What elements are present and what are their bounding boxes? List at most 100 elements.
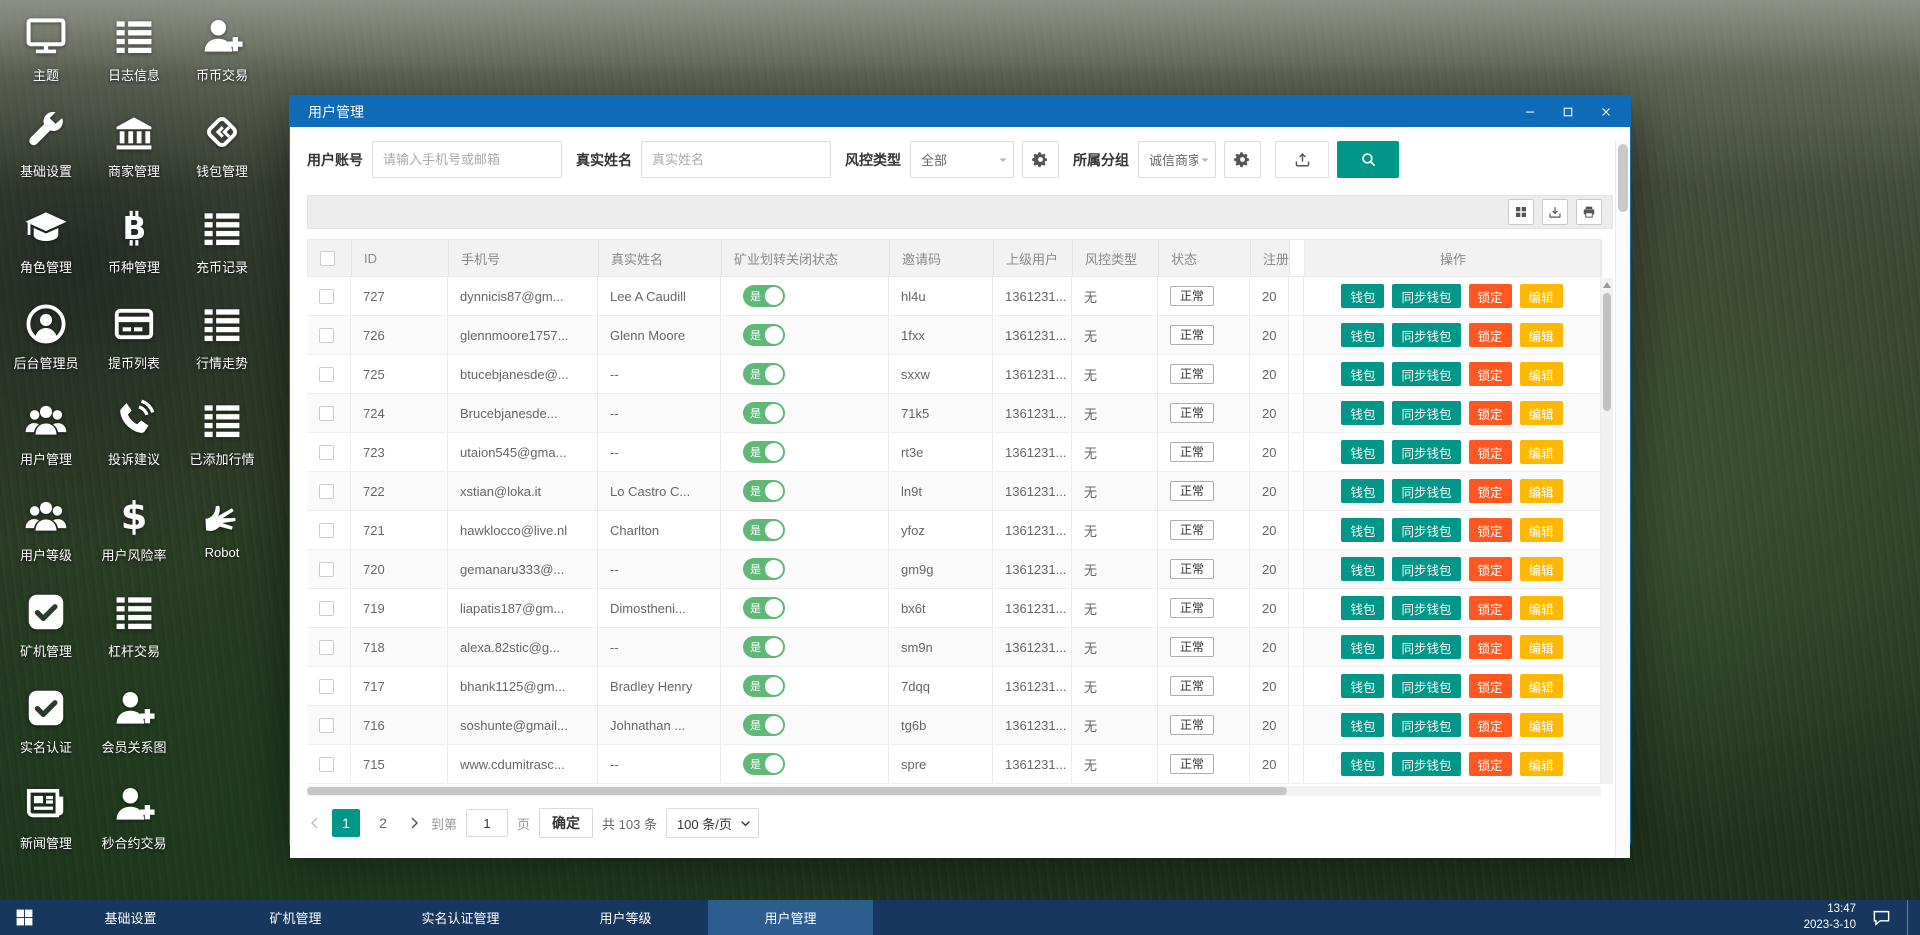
sync-wallet-button[interactable]: 同步钱包 (1392, 479, 1460, 503)
lock-button[interactable]: 锁定 (1469, 674, 1512, 698)
print-button[interactable] (1576, 199, 1602, 225)
group-settings-button[interactable] (1224, 141, 1261, 178)
lock-button[interactable]: 锁定 (1469, 557, 1512, 581)
taskbar-item-基础设置[interactable]: 基础设置 (48, 900, 213, 935)
desktop-icon-list[interactable]: 行情走势 (178, 294, 266, 390)
chat-bubble-icon[interactable] (1872, 908, 1891, 927)
sync-wallet-button[interactable]: 同步钱包 (1392, 557, 1460, 581)
wallet-button[interactable]: 钱包 (1341, 362, 1384, 386)
realname-input[interactable] (641, 141, 831, 178)
edit-button[interactable]: 编辑 (1520, 674, 1563, 698)
confirm-button[interactable]: 确定 (539, 808, 593, 838)
lock-button[interactable]: 锁定 (1469, 752, 1512, 776)
export-button[interactable] (1542, 199, 1568, 225)
horizontal-scrollbar[interactable] (307, 786, 1601, 796)
desktop-icon-newspaper[interactable]: 新闻管理 (2, 774, 90, 870)
lock-button[interactable]: 锁定 (1469, 635, 1512, 659)
wallet-button[interactable]: 钱包 (1341, 518, 1384, 542)
row-checkbox[interactable] (319, 523, 334, 538)
row-checkbox[interactable] (319, 367, 334, 382)
desktop-icon-list[interactable]: 日志信息 (90, 6, 178, 102)
import-button[interactable] (1275, 141, 1329, 178)
mining-transfer-toggle[interactable]: 是 (743, 363, 785, 385)
edit-button[interactable]: 编辑 (1520, 557, 1563, 581)
sync-wallet-button[interactable]: 同步钱包 (1392, 674, 1460, 698)
desktop-icon-wallet[interactable]: 钱包管理 (178, 102, 266, 198)
wallet-button[interactable]: 钱包 (1341, 752, 1384, 776)
mining-transfer-toggle[interactable]: 是 (743, 675, 785, 697)
row-checkbox[interactable] (319, 406, 334, 421)
desktop-icon-user-plus[interactable]: 秒合约交易 (90, 774, 178, 870)
desktop-icon-graduation-cap[interactable]: 角色管理 (2, 198, 90, 294)
horizontal-scrollbar-thumb[interactable] (307, 787, 1287, 795)
wallet-button[interactable]: 钱包 (1341, 596, 1384, 620)
row-checkbox[interactable] (319, 718, 334, 733)
wallet-button[interactable]: 钱包 (1341, 479, 1384, 503)
search-button[interactable] (1337, 141, 1399, 178)
lock-button[interactable]: 锁定 (1469, 596, 1512, 620)
edit-button[interactable]: 编辑 (1520, 596, 1563, 620)
desktop-icon-users[interactable]: 用户等级 (2, 486, 90, 582)
wallet-button[interactable]: 钱包 (1341, 674, 1384, 698)
edit-button[interactable]: 编辑 (1520, 401, 1563, 425)
sync-wallet-button[interactable]: 同步钱包 (1392, 362, 1460, 386)
taskbar-item-用户等级[interactable]: 用户等级 (543, 900, 708, 935)
sync-wallet-button[interactable]: 同步钱包 (1392, 635, 1460, 659)
table-scrollbar[interactable] (1601, 278, 1613, 784)
mining-transfer-toggle[interactable]: 是 (743, 285, 785, 307)
goto-page-input[interactable] (466, 809, 508, 837)
wallet-button[interactable]: 钱包 (1341, 323, 1384, 347)
sync-wallet-button[interactable]: 同步钱包 (1392, 518, 1460, 542)
maximize-button[interactable] (1554, 101, 1582, 123)
row-checkbox[interactable] (319, 679, 334, 694)
lock-button[interactable]: 锁定 (1469, 362, 1512, 386)
desktop-icon-bitcoin[interactable]: B 币种管理 (90, 198, 178, 294)
sync-wallet-button[interactable]: 同步钱包 (1392, 596, 1460, 620)
mining-transfer-toggle[interactable]: 是 (743, 480, 785, 502)
lock-button[interactable]: 锁定 (1469, 479, 1512, 503)
minimize-button[interactable] (1516, 101, 1544, 123)
mining-transfer-toggle[interactable]: 是 (743, 753, 785, 775)
desktop-icon-list[interactable]: 杠杆交易 (90, 582, 178, 678)
edit-button[interactable]: 编辑 (1520, 440, 1563, 464)
prev-page-icon[interactable] (307, 815, 323, 831)
row-checkbox[interactable] (319, 601, 334, 616)
mining-transfer-toggle[interactable]: 是 (743, 441, 785, 463)
row-checkbox[interactable] (319, 757, 334, 772)
desktop-icon-credit-card[interactable]: 提币列表 (90, 294, 178, 390)
show-desktop-strip[interactable] (1907, 900, 1912, 935)
scroll-up-arrow-icon[interactable] (1601, 278, 1613, 291)
account-input[interactable] (372, 141, 562, 178)
desktop-icon-user-circle[interactable]: 后台管理员 (2, 294, 90, 390)
edit-button[interactable]: 编辑 (1520, 635, 1563, 659)
taskbar-item-实名认证管理[interactable]: 实名认证管理 (378, 900, 543, 935)
mining-transfer-toggle[interactable]: 是 (743, 636, 785, 658)
desktop-icon-bank[interactable]: 商家管理 (90, 102, 178, 198)
taskbar-item-矿机管理[interactable]: 矿机管理 (213, 900, 378, 935)
sync-wallet-button[interactable]: 同步钱包 (1392, 323, 1460, 347)
risk-settings-button[interactable] (1022, 141, 1059, 178)
row-checkbox[interactable] (319, 484, 334, 499)
row-checkbox[interactable] (319, 640, 334, 655)
desktop-icon-check-square[interactable]: 矿机管理 (2, 582, 90, 678)
mining-transfer-toggle[interactable]: 是 (743, 402, 785, 424)
wallet-button[interactable]: 钱包 (1341, 635, 1384, 659)
risk-type-select[interactable]: 全部 (910, 141, 1014, 178)
edit-button[interactable]: 编辑 (1520, 479, 1563, 503)
desktop-icon-check-square[interactable]: 实名认证 (2, 678, 90, 774)
edit-button[interactable]: 编辑 (1520, 713, 1563, 737)
desktop-icon-list[interactable]: 已添加行情 (178, 390, 266, 486)
wallet-button[interactable]: 钱包 (1341, 440, 1384, 464)
window-scrollbar[interactable] (1615, 141, 1630, 858)
select-all-checkbox[interactable] (320, 251, 335, 266)
sync-wallet-button[interactable]: 同步钱包 (1392, 752, 1460, 776)
edit-button[interactable]: 编辑 (1520, 362, 1563, 386)
sync-wallet-button[interactable]: 同步钱包 (1392, 440, 1460, 464)
row-checkbox[interactable] (319, 445, 334, 460)
lock-button[interactable]: 锁定 (1469, 518, 1512, 542)
row-checkbox[interactable] (319, 328, 334, 343)
edit-button[interactable]: 编辑 (1520, 518, 1563, 542)
close-button[interactable] (1592, 101, 1620, 123)
wallet-button[interactable]: 钱包 (1341, 401, 1384, 425)
filter-columns-button[interactable] (1508, 199, 1534, 225)
